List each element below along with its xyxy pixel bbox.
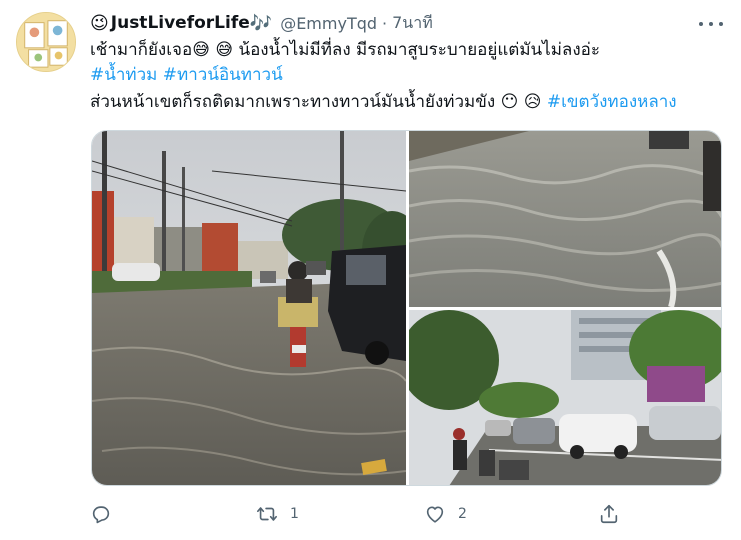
share-icon <box>600 504 618 524</box>
avatar[interactable] <box>16 12 76 72</box>
display-name[interactable]: JustLiveforLife <box>111 13 250 33</box>
hashtag-link[interactable]: #เขตวังทองหลาง <box>547 92 677 112</box>
hashtag-link[interactable]: #ทาวน์อินทาวน์ <box>163 65 283 85</box>
retweet-button[interactable]: 1 <box>256 500 299 528</box>
emoji-faces: 😶 😥 <box>500 92 542 112</box>
tweet-text-line-1: เช้ามาก็ยังเจอ😅 😅 น้องน้ำไม่มีที่ลง มีรถ… <box>90 38 720 62</box>
tweet-text: เช้ามาก็ยังเจอ <box>90 40 193 60</box>
tweet-text-line-3: ส่วนหน้าเขตก็รถติดมากเพราะทางทาวน์มันน้ำ… <box>90 90 720 114</box>
retweet-icon <box>257 507 277 521</box>
like-count: 2 <box>458 506 467 522</box>
name-prefix-emoji: 😉 <box>90 12 109 34</box>
emoji-sweat-smile: 😅 😅 <box>192 40 234 60</box>
user-handle[interactable]: @EmmyTqd <box>280 14 377 33</box>
media-grid <box>91 130 722 486</box>
floodwater-closeup-photo[interactable] <box>409 131 721 307</box>
hashtag-link[interactable]: #น้ำท่วม <box>90 65 157 85</box>
tweet-header: 😉 JustLiveforLife 🎶 @EmmyTqd · 7นาที <box>90 12 433 34</box>
share-button[interactable] <box>598 500 620 528</box>
tweet-actions: 1 2 <box>90 500 630 528</box>
name-suffix-emoji: 🎶 <box>249 12 273 34</box>
reply-button[interactable] <box>90 500 124 528</box>
heart-icon <box>426 506 444 523</box>
tweet[interactable]: 😉 JustLiveforLife 🎶 @EmmyTqd · 7นาที เช้… <box>0 0 741 540</box>
more-icon[interactable] <box>699 14 723 34</box>
separator-dot: · <box>382 13 388 33</box>
tweet-text: ส่วนหน้าเขตก็รถติดมากเพราะทางทาวน์มันน้ำ… <box>90 92 496 112</box>
tweet-text: น้องน้ำไม่มีที่ลง มีรถมาสูบระบายอยู่แต่ม… <box>238 40 600 60</box>
street-traffic-photo[interactable] <box>409 310 721 485</box>
timestamp[interactable]: 7นาที <box>392 11 433 36</box>
reply-icon <box>92 506 110 524</box>
like-button[interactable]: 2 <box>424 500 467 528</box>
tweet-text-line-2: #น้ำท่วม #ทาวน์อินทาวน์ <box>90 63 720 87</box>
flooded-street-photo[interactable] <box>92 131 406 485</box>
retweet-count: 1 <box>290 506 299 522</box>
